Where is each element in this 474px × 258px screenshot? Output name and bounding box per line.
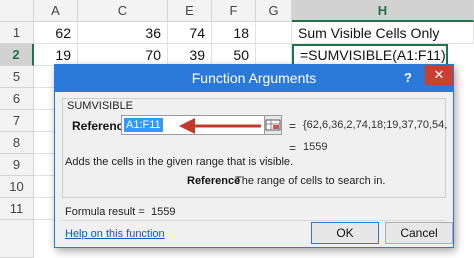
formula-result-value: 1559	[151, 206, 176, 218]
row-header-11[interactable]: 11	[0, 198, 34, 220]
help-on-function-link[interactable]: Help on this function	[65, 228, 165, 240]
result-equals-sign: =	[289, 141, 297, 155]
cell-a2[interactable]: 19	[34, 44, 78, 66]
function-name: SUMVISIBLE	[67, 100, 134, 112]
range-select-icon	[265, 119, 281, 131]
cell-f2[interactable]: 50	[212, 44, 256, 66]
collapse-dialog-button[interactable]	[264, 115, 282, 135]
reference-evaluated-value: {62,6,36,2,74,18;19,37,70,54,39,50;...	[303, 119, 447, 131]
column-header-c[interactable]: C	[78, 0, 168, 22]
pointer-arrow-icon	[179, 118, 261, 134]
cell-h1[interactable]: Sum Visible Cells Only	[292, 22, 474, 44]
help-icon[interactable]: ?	[399, 68, 417, 88]
column-header-f[interactable]: F	[212, 0, 256, 22]
function-description: Adds the cells in the given range that i…	[65, 156, 294, 168]
dialog-title: Function Arguments	[191, 70, 317, 86]
row-header-10[interactable]: 10	[0, 176, 34, 198]
cell-g1[interactable]	[256, 22, 292, 44]
reference-input-value: A1:F11	[124, 118, 163, 132]
cell-a1[interactable]: 62	[34, 22, 78, 44]
cell-e1[interactable]: 74	[168, 22, 212, 44]
argument-help-text: The range of cells to search in.	[235, 175, 386, 187]
row-header-9[interactable]: 9	[0, 154, 34, 176]
row-header-1[interactable]: 1	[0, 22, 34, 44]
argument-help-name: Reference	[187, 175, 241, 187]
function-result-value: 1559	[303, 141, 328, 153]
formula-result-label: Formula result =	[65, 206, 145, 218]
cancel-button[interactable]: Cancel	[385, 222, 453, 244]
cell-h2-formula[interactable]: =SUMVISIBLE(A1:F11)	[292, 44, 448, 66]
ok-button[interactable]: OK	[311, 222, 379, 244]
row-header-7[interactable]: 7	[0, 110, 34, 132]
divider	[62, 220, 446, 221]
arg-equals-sign: =	[289, 119, 297, 133]
cell-f1[interactable]: 18	[212, 22, 256, 44]
row-header-2[interactable]: 2	[0, 44, 34, 66]
column-header-g[interactable]: G	[256, 0, 292, 22]
function-arguments-dialog: Function Arguments ? ✕ SUMVISIBLE Refere…	[54, 64, 454, 248]
column-header-h[interactable]: H	[292, 0, 474, 22]
row-header-8[interactable]: 8	[0, 132, 34, 154]
cell-g2[interactable]	[256, 44, 292, 66]
column-header-a[interactable]: A	[34, 0, 78, 22]
cell-c2[interactable]: 70	[78, 44, 168, 66]
close-icon[interactable]: ✕	[425, 65, 453, 85]
cell-c1[interactable]: 36	[78, 22, 168, 44]
row-header-5[interactable]: 5	[0, 66, 34, 88]
row-header-6[interactable]: 6	[0, 88, 34, 110]
row-header-blank	[0, 220, 34, 258]
select-all-corner[interactable]	[0, 0, 34, 22]
cell-e2[interactable]: 39	[168, 44, 212, 66]
column-header-e[interactable]: E	[168, 0, 212, 22]
